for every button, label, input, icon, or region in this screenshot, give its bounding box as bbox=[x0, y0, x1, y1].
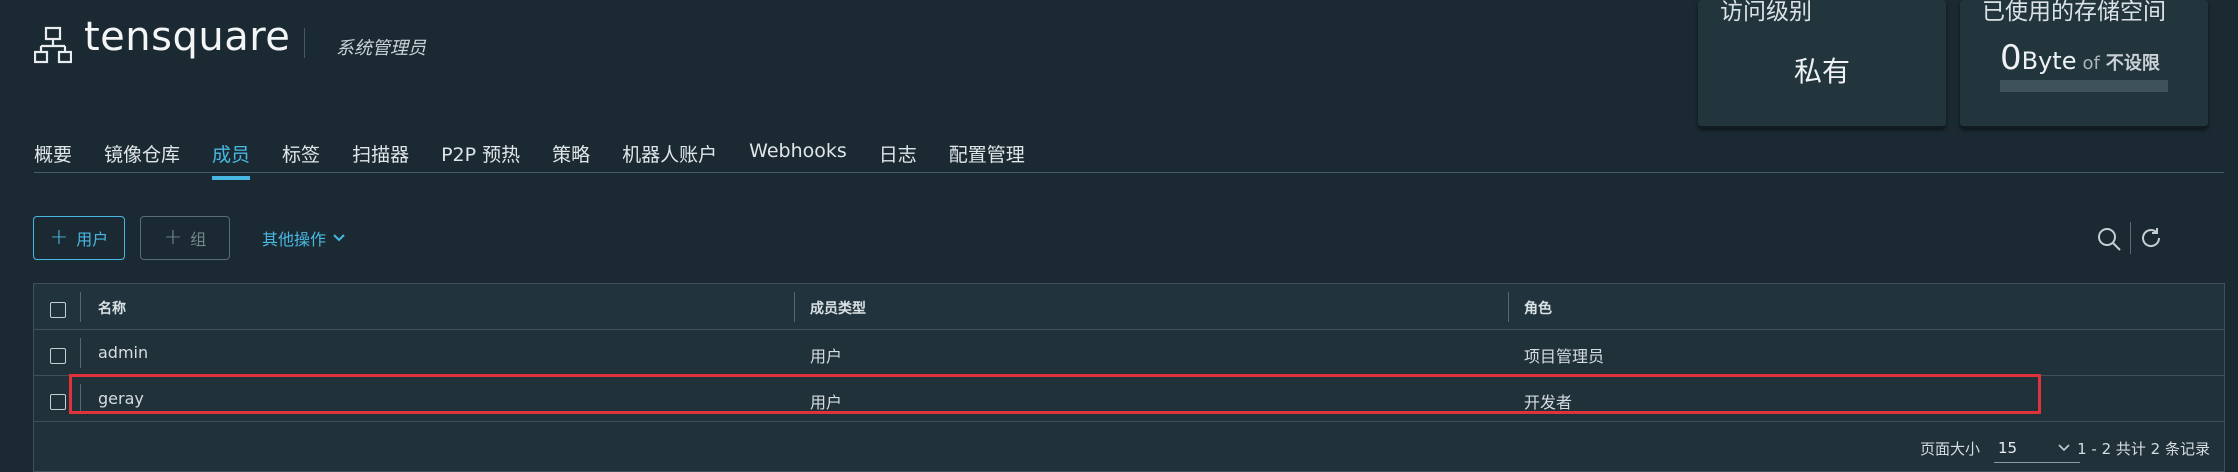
tab-7[interactable]: 机器人账户 bbox=[622, 136, 717, 174]
column-divider bbox=[80, 292, 81, 322]
add-user-button[interactable]: + 用户 bbox=[33, 216, 125, 260]
tab-5[interactable]: P2P 预热 bbox=[441, 136, 520, 174]
plus-icon: + bbox=[163, 225, 183, 250]
table-row[interactable]: geray 用户 开发者 bbox=[34, 374, 2224, 422]
storage-used-unit: Byte bbox=[2021, 47, 2077, 75]
storage-of: of bbox=[2082, 53, 2100, 74]
row-highlight-box bbox=[69, 374, 2041, 414]
add-group-label: 组 bbox=[190, 230, 207, 249]
tab-8[interactable]: Webhooks bbox=[749, 136, 847, 174]
page-size-value: 15 bbox=[1998, 439, 2018, 457]
page-size-select[interactable]: 15 bbox=[1994, 434, 2080, 463]
storage-title: 已使用的存储空间 bbox=[1982, 0, 2166, 25]
tab-0[interactable]: 概要 bbox=[34, 136, 72, 174]
tab-6[interactable]: 策略 bbox=[552, 136, 590, 174]
tab-9[interactable]: 日志 bbox=[879, 136, 917, 174]
member-name: geray bbox=[98, 389, 144, 408]
access-level-value: 私有 bbox=[1793, 55, 1850, 88]
role-label: 系统管理员 bbox=[336, 38, 426, 59]
column-divider[interactable] bbox=[794, 292, 795, 322]
refresh-icon[interactable] bbox=[2139, 226, 2163, 254]
add-group-button[interactable]: + 组 bbox=[140, 216, 230, 260]
project-hierarchy-icon bbox=[33, 26, 73, 64]
members-table: 名称 成员类型 角色 admin 用户 项目管理员 geray 用户 开发者 页… bbox=[33, 283, 2225, 472]
table-header: 名称 成员类型 角色 bbox=[34, 284, 2224, 330]
project-tabs: 概要 镜像仓库 成员 标签 扫描器 P2P 预热 策略 机器人账户 Webhooks 日志 配置管理 bbox=[34, 136, 1057, 180]
member-type: 用户 bbox=[810, 347, 843, 366]
column-header-name[interactable]: 名称 bbox=[98, 298, 126, 318]
search-icon[interactable] bbox=[2096, 226, 2122, 256]
column-divider bbox=[80, 384, 81, 414]
member-role: 开发者 bbox=[1524, 393, 1573, 412]
access-level-card: 访问级别 私有 bbox=[1698, 0, 1946, 128]
column-divider[interactable] bbox=[1508, 292, 1509, 322]
chevron-down-icon bbox=[333, 234, 345, 242]
select-all-checkbox[interactable] bbox=[50, 302, 66, 318]
storage-limit: 不设限 bbox=[2105, 53, 2160, 74]
more-actions-dropdown[interactable]: 其他操作 bbox=[262, 226, 346, 250]
row-checkbox[interactable] bbox=[50, 394, 66, 410]
tab-10[interactable]: 配置管理 bbox=[949, 136, 1025, 174]
column-header-role[interactable]: 角色 bbox=[1524, 298, 1552, 318]
page-size-label: 页面大小 bbox=[1920, 440, 1981, 458]
pagination-summary: 1 - 2 共计 2 条记录 bbox=[2077, 440, 2210, 458]
tab-2[interactable]: 成员 bbox=[212, 136, 251, 180]
member-name: admin bbox=[98, 343, 149, 362]
tabs-divider bbox=[34, 172, 2224, 173]
access-level-title: 访问级别 bbox=[1720, 0, 1812, 25]
plus-icon: + bbox=[49, 225, 69, 250]
project-title: tensquare bbox=[84, 14, 291, 60]
more-actions-label: 其他操作 bbox=[262, 230, 327, 249]
storage-usage: 0Byte of 不设限 bbox=[2000, 38, 2160, 78]
storage-used-number: 0 bbox=[2000, 38, 2022, 78]
toolbar-divider bbox=[2130, 222, 2131, 254]
member-type: 用户 bbox=[810, 393, 843, 412]
storage-card: 已使用的存储空间 0Byte of 不设限 bbox=[1960, 0, 2208, 128]
tab-1[interactable]: 镜像仓库 bbox=[104, 136, 180, 174]
table-footer: 页面大小 15 1 - 2 共计 2 条记录 bbox=[34, 422, 2224, 472]
row-checkbox[interactable] bbox=[50, 348, 66, 364]
storage-usage-bar bbox=[2000, 80, 2168, 92]
tab-3[interactable]: 标签 bbox=[282, 136, 320, 174]
add-user-label: 用户 bbox=[76, 230, 109, 249]
column-divider bbox=[80, 338, 81, 368]
table-row[interactable]: admin 用户 项目管理员 bbox=[34, 330, 2224, 376]
tab-4[interactable]: 扫描器 bbox=[352, 136, 409, 174]
chevron-down-icon bbox=[2058, 444, 2070, 452]
column-header-type[interactable]: 成员类型 bbox=[810, 298, 866, 318]
member-role: 项目管理员 bbox=[1524, 347, 1605, 366]
header-divider bbox=[304, 28, 305, 58]
